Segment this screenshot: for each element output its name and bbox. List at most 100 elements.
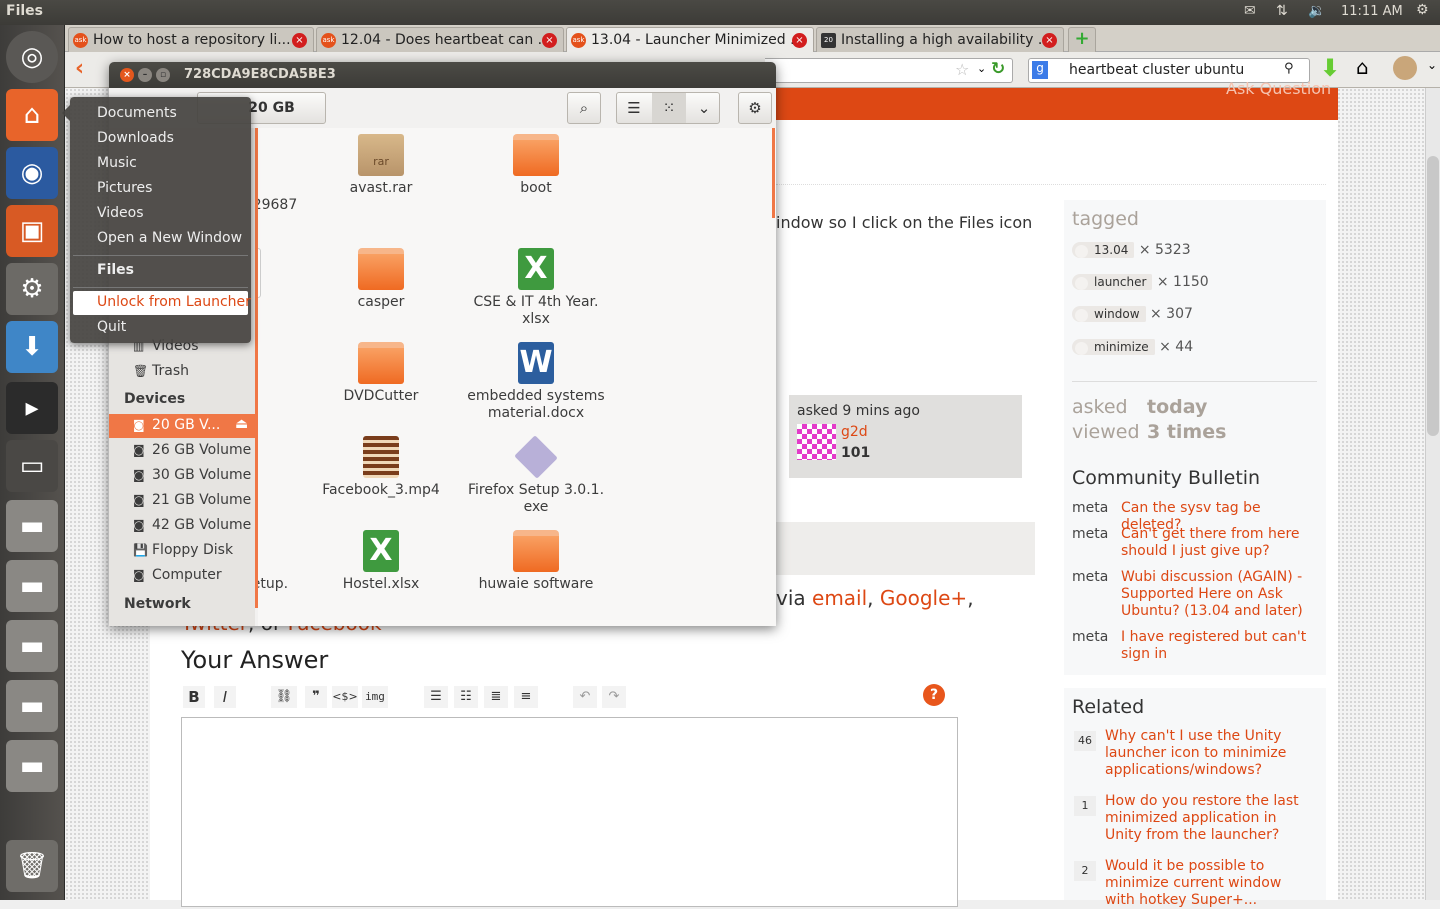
numbered-list-icon[interactable]: ☰ <box>424 686 448 708</box>
file-item[interactable]: errrest <box>258 436 301 499</box>
tag-chip[interactable]: launcher <box>1072 274 1153 290</box>
bookmark-star-icon[interactable]: ☆ <box>955 60 969 79</box>
share-google-link[interactable]: Google+ <box>880 586 967 610</box>
sidebar-item-device[interactable]: ◙ 26 GB Volume <box>133 442 251 458</box>
horizontal-rule-icon[interactable]: ≡ <box>514 686 538 708</box>
quicklist-item[interactable]: Downloads <box>97 130 174 146</box>
tag-chip[interactable]: window <box>1072 306 1146 322</box>
quicklist-item[interactable]: Documents <box>97 105 177 121</box>
chevron-down-icon[interactable]: ⌄ <box>687 93 721 123</box>
answer-textarea[interactable] <box>181 717 958 907</box>
file-item[interactable]: bs.JPG <box>258 248 301 319</box>
binoculars-icon[interactable]: ⚲ <box>1284 61 1294 76</box>
related-link[interactable]: Why can't I use the Unity launcher icon … <box>1105 728 1315 779</box>
blockquote-icon[interactable]: ❞ <box>305 686 327 708</box>
terminal-icon[interactable]: ▸ <box>6 382 58 434</box>
home-icon[interactable]: ⌂ <box>1356 55 1369 79</box>
tab[interactable]: ask How to host a repository li... × <box>68 27 314 52</box>
code-button[interactable]: <$> <box>332 686 358 708</box>
quicklist-item[interactable]: Videos <box>97 205 144 221</box>
close-tab-icon[interactable]: × <box>292 33 307 48</box>
chevron-down-icon[interactable]: ⌄ <box>977 62 986 75</box>
file-item[interactable]: dists <box>258 342 301 405</box>
trash-icon[interactable]: 🗑 <box>6 840 58 892</box>
close-tab-icon[interactable]: × <box>542 33 557 48</box>
update-icon[interactable]: ⬇ <box>6 321 58 373</box>
tab[interactable]: ask 12.04 - Does heartbeat can ... × <box>316 27 564 52</box>
download-icon[interactable]: ⬇ <box>1320 54 1340 82</box>
close-tab-icon[interactable]: × <box>1042 33 1057 48</box>
related-link[interactable]: Would it be possible to minimize current… <box>1105 858 1315 909</box>
undo-icon[interactable]: ↶ <box>573 686 597 708</box>
files-icon[interactable]: ⌂ <box>6 89 58 141</box>
file-item[interactable]: casper <box>306 248 456 311</box>
file-item[interactable]: huwaie software <box>461 530 611 593</box>
help-icon[interactable]: ? <box>923 684 945 706</box>
drive-icon[interactable]: ▬ <box>6 560 58 612</box>
sidebar-item-computer[interactable]: ◙ Computer <box>133 567 222 583</box>
scrollbar[interactable] <box>1425 88 1440 900</box>
file-item[interactable]: rar avast.rar <box>306 134 456 197</box>
file-item[interactable]: Wembedded systems material.docx <box>461 342 611 422</box>
grid-view-icon[interactable]: ⁙ <box>652 93 686 123</box>
tag-chip[interactable]: minimize <box>1072 339 1155 355</box>
tag-chip[interactable]: 13.04 <box>1072 242 1135 258</box>
google-icon[interactable]: g <box>1032 61 1048 79</box>
search-button[interactable]: ⌕ <box>567 92 601 124</box>
bulleted-list-icon[interactable]: ☷ <box>454 686 478 708</box>
related-link[interactable]: How do you restore the last minimized ap… <box>1105 793 1315 844</box>
file-item[interactable]: X CSE & IT 4th Year. xlsx <box>461 248 611 328</box>
mail-icon[interactable]: ✉ <box>1244 3 1256 19</box>
file-item[interactable]: X Hostel.xlsx <box>306 530 456 593</box>
file-item[interactable]: Facebook_3.mp4 <box>306 436 456 499</box>
settings-gear-icon[interactable]: ⚙ <box>738 92 772 124</box>
drive-icon[interactable]: ▬ <box>6 680 58 732</box>
file-item[interactable]: FLV2Video_Setup. exe <box>258 530 301 610</box>
close-tab-icon[interactable]: × <box>792 33 807 48</box>
settings-icon[interactable]: ⚙ <box>6 263 58 315</box>
quicklist-item[interactable]: Music <box>97 155 137 171</box>
heading-icon[interactable]: ≣ <box>484 686 508 708</box>
redo-icon[interactable]: ↷ <box>602 686 626 708</box>
ask-question-link[interactable]: Ask Question <box>1226 79 1331 98</box>
quicklist-item[interactable]: Pictures <box>97 180 152 196</box>
software-center-icon[interactable]: ▣ <box>6 205 58 257</box>
sidebar-item-device[interactable]: ◙ 20 GB V... <box>133 417 220 433</box>
drive-icon[interactable]: ▬ <box>6 620 58 672</box>
sidebar-item-device[interactable]: ◙ 30 GB Volume <box>133 467 251 483</box>
greasemonkey-icon[interactable] <box>1393 56 1417 80</box>
file-item[interactable]: DVDCutter <box>306 342 456 405</box>
list-view-icon[interactable]: ☰ <box>617 93 651 123</box>
menu-chevron-icon[interactable]: ⌄ <box>1427 58 1437 72</box>
firefox-icon[interactable]: ◉ <box>6 147 58 199</box>
reload-icon[interactable]: ↻ <box>991 59 1005 79</box>
drive-icon[interactable]: ▬ <box>6 740 58 792</box>
minimize-window-icon[interactable]: – <box>138 68 152 82</box>
file-item[interactable]: P184014_ 6337702627629687 50.ppt <box>258 134 301 231</box>
window-titlebar[interactable]: × – ▫ 728CDA9E8CDA5BE3 <box>109 62 776 88</box>
sidebar-item-device[interactable]: ◙ 21 GB Volume <box>133 492 251 508</box>
drive-icon[interactable]: ▬ <box>6 500 58 552</box>
bulletin-link[interactable]: I have registered but can't sign in <box>1121 629 1321 663</box>
close-window-icon[interactable]: × <box>120 68 134 82</box>
quit-item[interactable]: Quit <box>97 319 126 335</box>
bulletin-link[interactable]: Can't get there from here should I just … <box>1121 526 1321 560</box>
link-icon[interactable]: ⛓ <box>271 686 297 708</box>
bold-button[interactable]: B <box>183 686 205 708</box>
back-icon[interactable]: ‹ <box>75 56 84 81</box>
sidebar-item-trash[interactable]: 🗑 Trash <box>133 363 189 379</box>
clock[interactable]: 11:11 AM <box>1341 4 1403 19</box>
ubuntu-dash-icon[interactable]: ◎ <box>6 31 58 83</box>
sidebar-item-floppy[interactable]: 💾 Floppy Disk <box>133 542 233 558</box>
tab-active[interactable]: ask 13.04 - Launcher Minimized ... × <box>566 27 814 52</box>
tab[interactable]: 20 Installing a high availability ... × <box>816 27 1064 52</box>
share-email-link[interactable]: email <box>812 586 867 610</box>
file-item[interactable]: boot <box>461 134 611 197</box>
user-link[interactable]: g2d <box>841 424 868 440</box>
sidebar-item-device[interactable]: ◙ 42 GB Volume <box>133 517 251 533</box>
scrollbar-thumb[interactable] <box>1427 156 1439 436</box>
unlock-from-launcher-item[interactable]: Unlock from Launcher <box>97 294 251 310</box>
volume-icon[interactable]: 🔉 <box>1308 3 1325 19</box>
maximize-window-icon[interactable]: ▫ <box>156 68 170 82</box>
url-bar[interactable]: ☆ ⌄ ↻ <box>765 58 1013 83</box>
